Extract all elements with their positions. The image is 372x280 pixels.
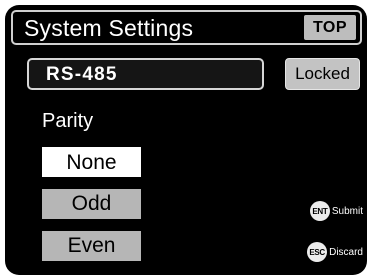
- screen-title: System Settings: [24, 15, 194, 41]
- title-bar: System Settings TOP: [11, 10, 362, 45]
- discard-label: Discard: [329, 246, 363, 258]
- parity-option-odd[interactable]: Odd: [42, 189, 141, 219]
- interface-field[interactable]: RS-485: [27, 58, 264, 90]
- ent-key-icon: ENT: [309, 201, 330, 221]
- top-button[interactable]: TOP: [304, 15, 356, 40]
- device-screen: System Settings TOP RS-485 Locked Parity…: [5, 5, 367, 275]
- parity-option-even[interactable]: Even: [42, 231, 141, 261]
- esc-key-icon: ESC: [307, 242, 328, 262]
- parity-option-none[interactable]: None: [42, 147, 141, 177]
- submit-label: Submit: [331, 205, 363, 217]
- submit-hint[interactable]: ENT Submit: [309, 201, 363, 221]
- discard-hint[interactable]: ESC Discard: [307, 242, 363, 262]
- interface-value: RS-485: [46, 64, 118, 85]
- locked-button[interactable]: Locked: [285, 58, 360, 90]
- parity-label: Parity: [42, 110, 94, 132]
